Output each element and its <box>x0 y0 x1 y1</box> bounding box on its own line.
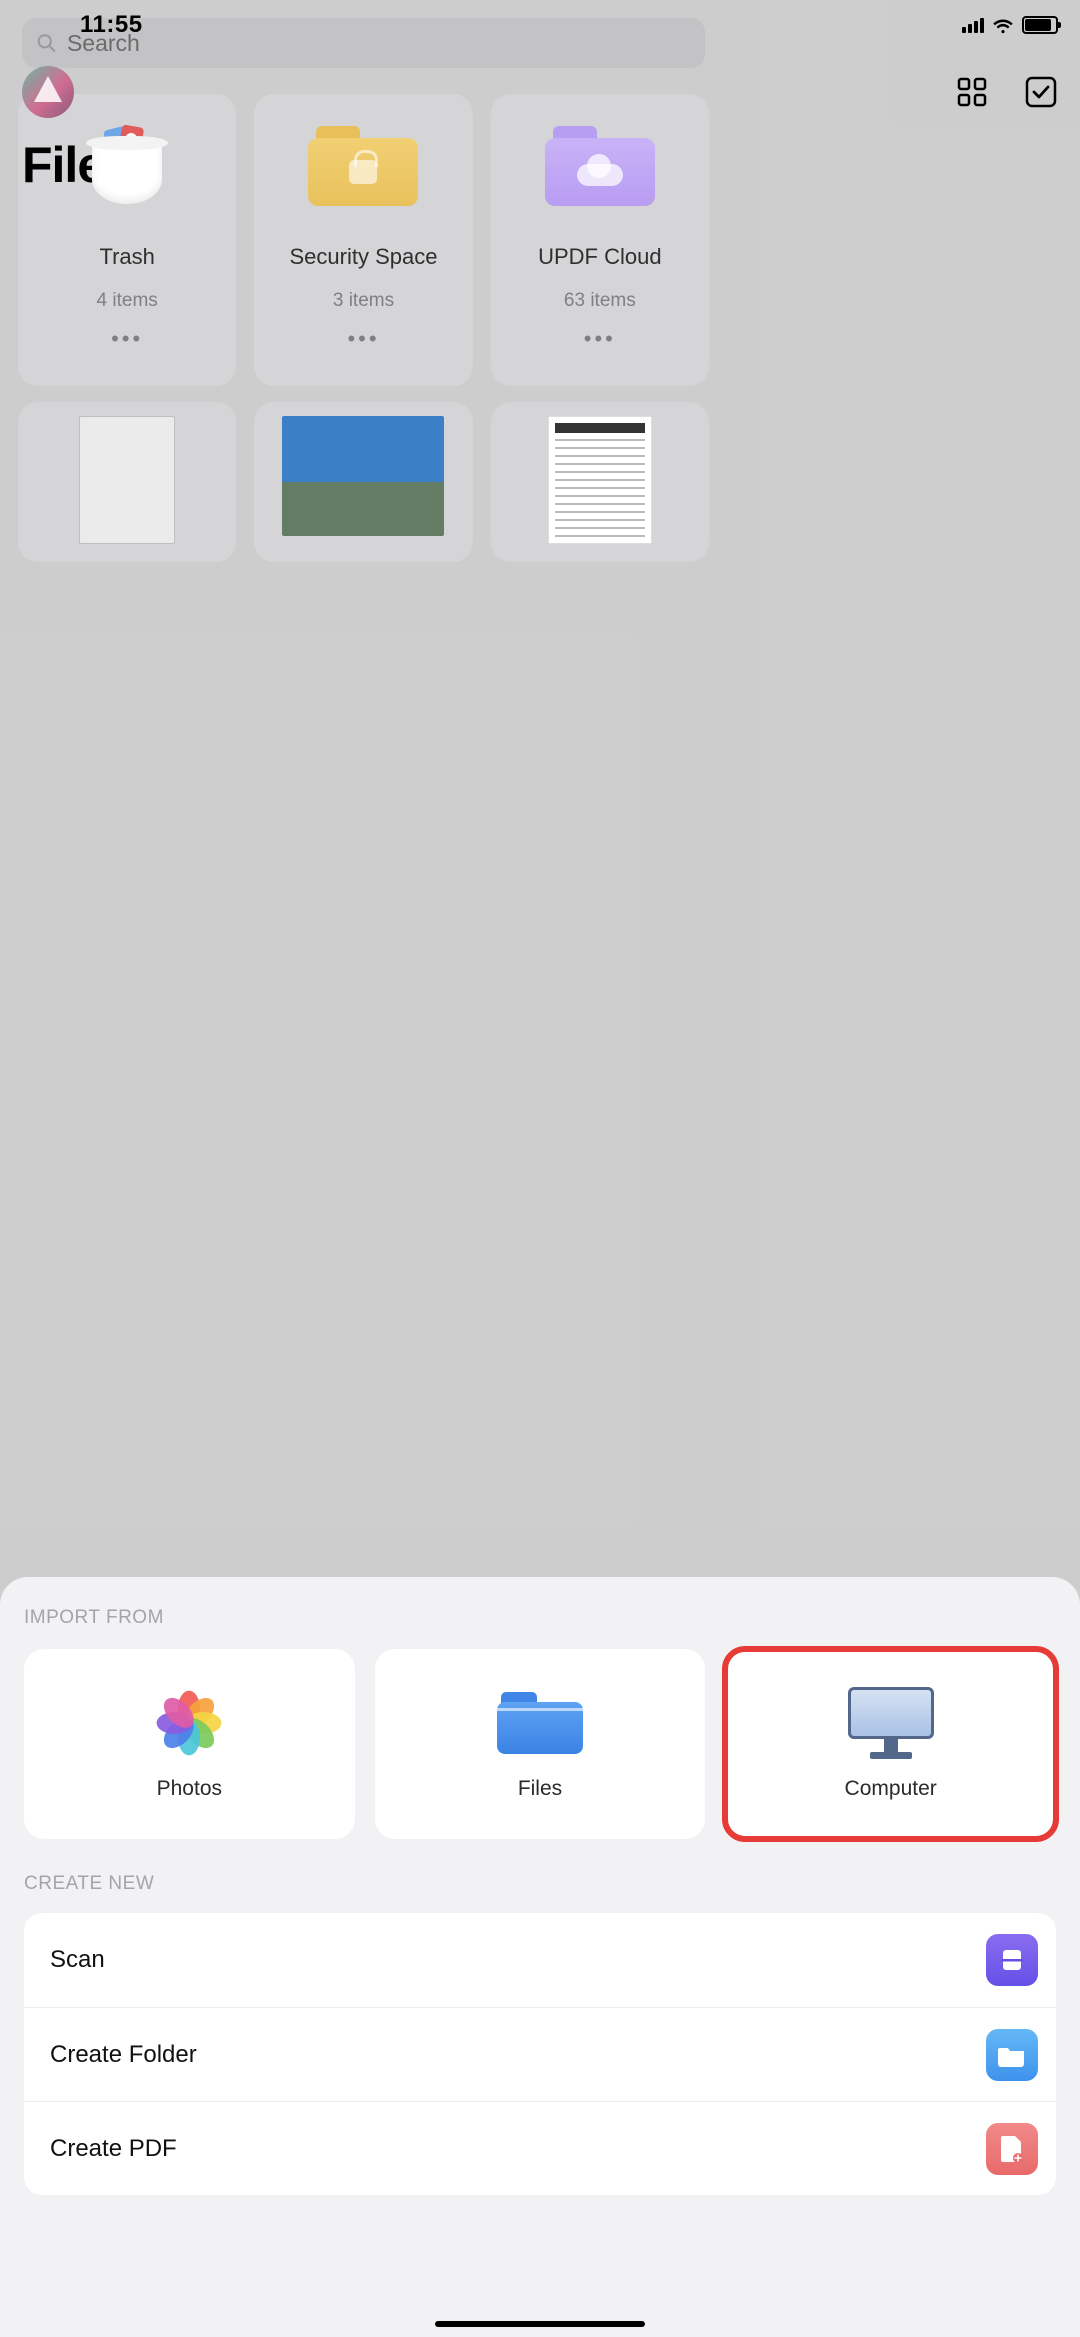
create-label: Scan <box>50 1946 105 1974</box>
search-icon <box>36 32 57 54</box>
create-label: Create Folder <box>50 2041 197 2069</box>
select-button[interactable] <box>1024 75 1058 109</box>
folder-icon <box>497 1687 583 1759</box>
folder-add-icon <box>986 2029 1038 2081</box>
layout-toggle-button[interactable] <box>956 76 988 108</box>
battery-icon <box>1022 16 1058 34</box>
home-indicator[interactable] <box>435 2321 645 2327</box>
create-scan[interactable]: Scan <box>24 1913 1056 2007</box>
cellular-icon <box>962 17 984 33</box>
status-bar: 11:55 <box>0 0 1080 50</box>
import-files[interactable]: Files <box>375 1649 706 1839</box>
document-thumb <box>548 416 652 544</box>
import-photos[interactable]: Photos <box>24 1649 355 1839</box>
computer-icon <box>848 1687 934 1759</box>
create-label: Create PDF <box>50 2135 177 2163</box>
photos-icon <box>146 1687 232 1759</box>
photo-thumb <box>282 416 444 536</box>
action-sheet: IMPORT FROM Photos Files Computer CREATE… <box>0 1577 1080 2337</box>
pdf-add-icon <box>986 2123 1038 2175</box>
wifi-icon <box>992 16 1014 34</box>
import-row: Photos Files Computer <box>24 1649 1056 1839</box>
page-title: Files <box>22 136 1058 194</box>
create-pdf[interactable]: Create PDF <box>24 2101 1056 2195</box>
create-folder[interactable]: Create Folder <box>24 2007 1056 2101</box>
create-list: Scan Create Folder Create PDF <box>24 1913 1056 2195</box>
import-computer[interactable]: Computer <box>725 1649 1056 1839</box>
avatar[interactable] <box>22 66 74 118</box>
import-section-label: IMPORT FROM <box>24 1607 1056 1629</box>
create-section-label: CREATE NEW <box>24 1873 1056 1895</box>
import-label: Computer <box>845 1777 937 1801</box>
import-label: Files <box>518 1777 562 1801</box>
status-time: 11:55 <box>80 11 143 39</box>
status-icons <box>962 16 1058 34</box>
scan-icon <box>986 1934 1038 1986</box>
import-label: Photos <box>157 1777 222 1801</box>
